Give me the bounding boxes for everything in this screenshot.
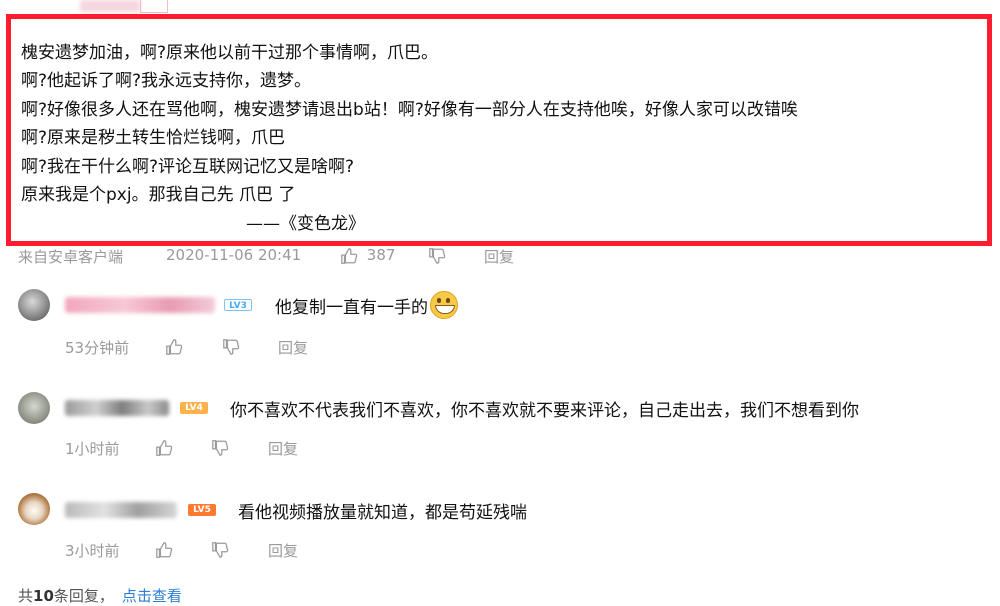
thumbs-down-icon: [223, 338, 240, 355]
like-button[interactable]: [165, 337, 183, 356]
main-comment-meta: 来自安卓客户端 2020-11-06 20:41 387 回复: [18, 244, 718, 268]
thumbs-down-icon: [429, 247, 446, 264]
thumbs-up-icon: [156, 541, 173, 558]
reply-meta: 1小时前 回复: [65, 438, 465, 460]
level-badge: LV5: [188, 504, 216, 516]
reply-count-footer: 共10条回复， 点击查看: [18, 585, 182, 606]
reply-item: LV3 他复制一直有一手的 53分钟前 回复: [0, 285, 1000, 385]
dislike-button[interactable]: [428, 246, 446, 265]
comment-line: 啊?好像很多人还在骂他啊，槐安遗梦请退出b站！啊?好像有一部分人在支持他唉，好像…: [21, 99, 798, 120]
reply-button[interactable]: 回复: [484, 246, 514, 267]
main-comment-body: 槐安遗梦加油，啊?原来他以前干过那个事情啊，爪巴。 啊?他起诉了啊?我永远支持你…: [21, 39, 798, 209]
blurred-username: [80, 0, 140, 12]
avatar[interactable]: [18, 392, 50, 424]
grin-emoji-icon: [430, 291, 458, 319]
like-button[interactable]: [155, 540, 173, 559]
like-button[interactable]: 387: [340, 246, 395, 265]
thumbs-down-icon: [212, 541, 229, 558]
reply-button[interactable]: 回复: [268, 438, 298, 459]
avatar[interactable]: [18, 289, 50, 321]
comment-line: 啊?我在干什么啊?评论互联网记忆又是啥啊?: [21, 156, 355, 177]
blurred-username[interactable]: [65, 297, 215, 313]
thumbs-up-icon: [156, 439, 173, 456]
comment-timestamp: 2020-11-06 20:41: [166, 246, 302, 264]
comment-line: 原来我是个pxj。那我自己先 爪巴 了: [21, 185, 296, 206]
reply-count-prefix: 共: [18, 587, 34, 605]
reply-meta: 53分钟前 回复: [65, 337, 465, 359]
reply-text: 他复制一直有一手的: [275, 298, 428, 318]
level-badge: LV4: [180, 402, 208, 414]
reply-text: 看他视频播放量就知道，都是苟延残喘: [238, 503, 527, 523]
blurred-username[interactable]: [65, 400, 169, 416]
dislike-button[interactable]: [222, 337, 240, 356]
dislike-button[interactable]: [211, 438, 229, 457]
dislike-button[interactable]: [211, 540, 229, 559]
thumbs-down-icon: [212, 439, 229, 456]
reply-count: 10: [33, 587, 54, 605]
client-source: 来自安卓客户端: [18, 248, 124, 266]
reply-text: 你不喜欢不代表我们不喜欢，你不喜欢就不要来评论，自己走出去，我们不想看到你: [230, 401, 859, 421]
reply-button[interactable]: 回复: [268, 540, 298, 561]
comment-line: 啊?他起诉了啊?我永远支持你，遗梦。: [21, 71, 312, 92]
thumbs-up-icon: [341, 247, 358, 264]
main-comment-highlight: 槐安遗梦加油，啊?原来他以前干过那个事情啊，爪巴。 啊?他起诉了啊?我永远支持你…: [6, 14, 992, 246]
previous-comment-header: [40, 0, 180, 14]
comment-signature: ——《变色龙》: [246, 214, 365, 234]
reply-button[interactable]: 回复: [278, 337, 308, 358]
reply-time: 1小时前: [65, 440, 120, 458]
comment-line: 槐安遗梦加油，啊?原来他以前干过那个事情啊，爪巴。: [21, 43, 439, 63]
reply-time: 3小时前: [65, 542, 120, 560]
view-replies-link[interactable]: 点击查看: [122, 587, 182, 605]
thumbs-up-icon: [166, 338, 183, 355]
blurred-username[interactable]: [65, 502, 177, 518]
reply-time: 53分钟前: [65, 339, 130, 357]
level-badge: [140, 0, 168, 13]
reply-content: 他复制一直有一手的: [275, 291, 458, 319]
like-button[interactable]: [155, 438, 173, 457]
comment-line: 啊?原来是秽土转生恰烂钱啊，爪巴: [21, 128, 286, 149]
like-count: 387: [366, 246, 396, 264]
reply-meta: 3小时前 回复: [65, 540, 465, 562]
avatar[interactable]: [18, 493, 50, 525]
reply-item: LV4 你不喜欢不代表我们不喜欢，你不喜欢就不要来评论，自己走出去，我们不想看到…: [0, 392, 1000, 492]
reply-count-suffix: 条回复，: [53, 587, 114, 605]
reply-item: LV5 看他视频播放量就知道，都是苟延残喘 3小时前 回复: [0, 493, 1000, 593]
level-badge: LV3: [224, 299, 252, 311]
